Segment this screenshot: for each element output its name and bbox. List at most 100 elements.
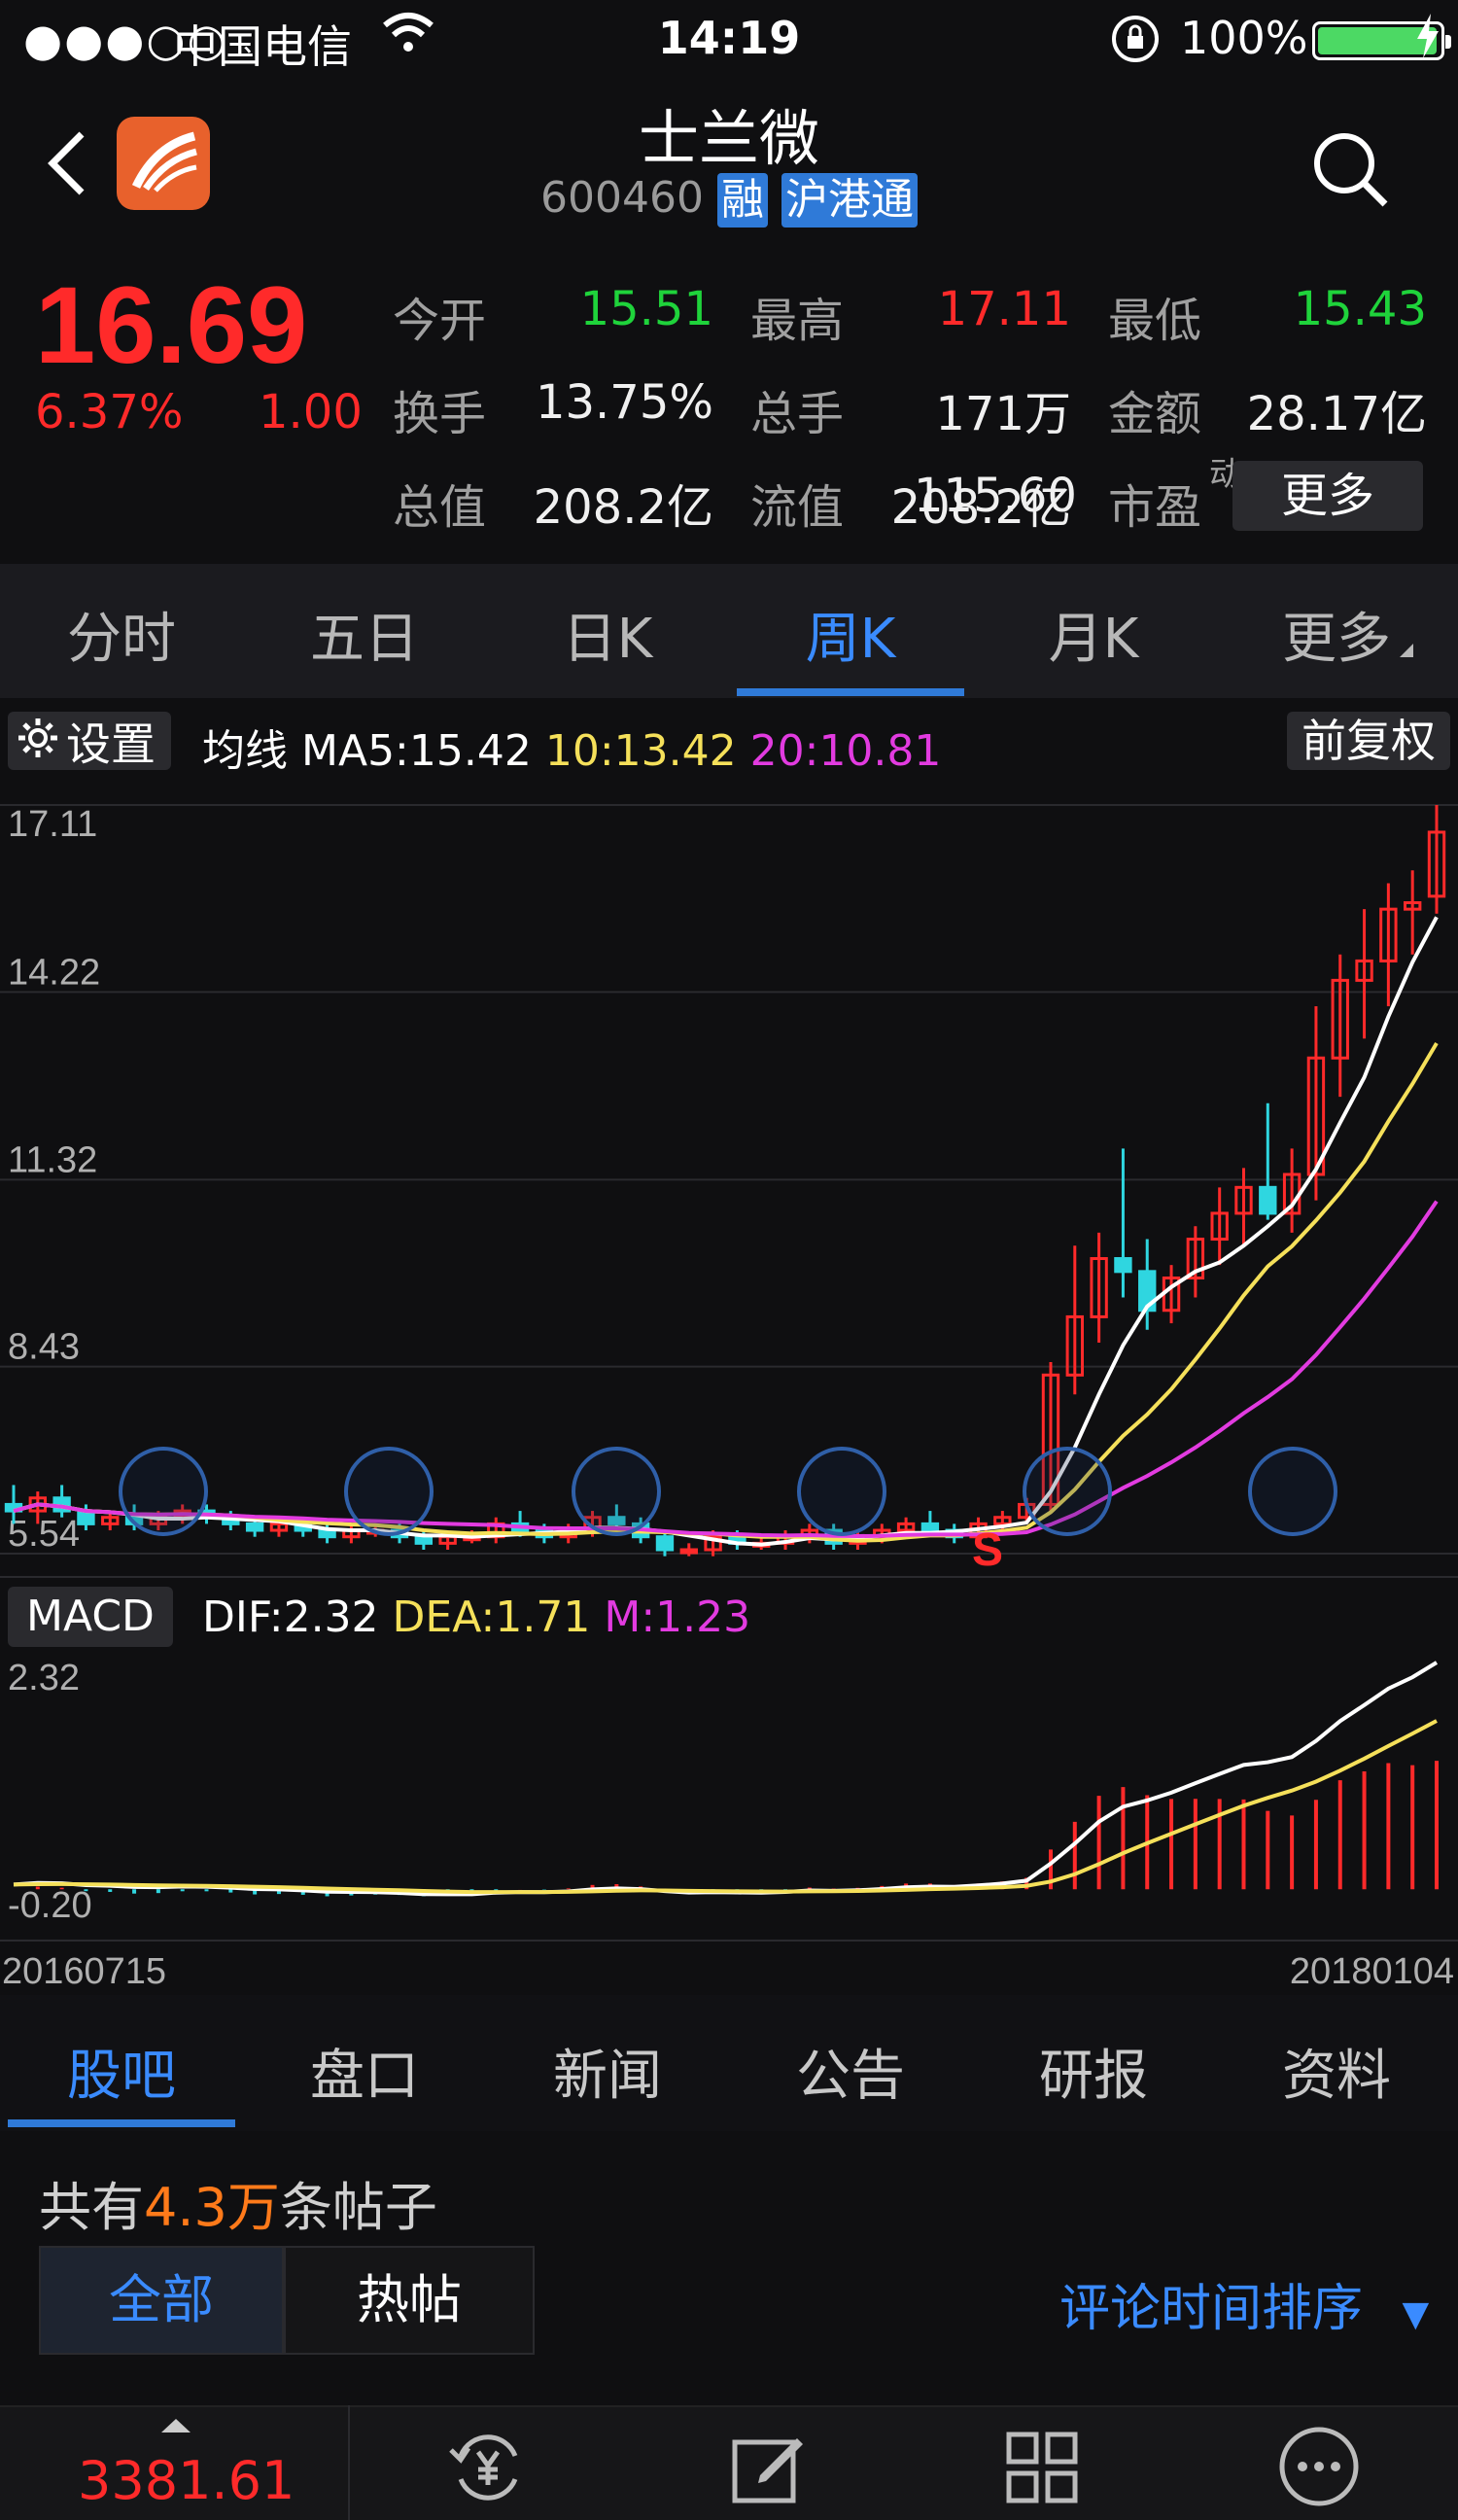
trade-yen-icon[interactable] (441, 2427, 535, 2512)
change-amount: 1.00 (259, 385, 363, 439)
post-count-prefix: 共有 (39, 2177, 144, 2238)
x-end-label: 20180104 (1290, 1951, 1454, 1992)
post-count-suffix: 条帖子 (279, 2177, 437, 2238)
market-index-value[interactable]: 3381.61 (78, 2450, 295, 2511)
quote-label: 金额 (1108, 387, 1202, 441)
period-tab[interactable]: 五日 (253, 595, 476, 674)
expand-icon (1248, 1447, 1337, 1536)
macd-m: M:1.23 (604, 1592, 751, 1642)
sort-dropdown[interactable]: 评论时间排序 ▼ (1059, 2267, 1429, 2340)
macd-dif: DIF:2.32 (202, 1592, 379, 1642)
quote-value: 208.2亿 (533, 480, 713, 535)
quote-label: 流值 (750, 480, 845, 535)
quote-value: 171万 (935, 387, 1071, 441)
content-tab[interactable]: 盘口 (243, 2032, 486, 2111)
more-button[interactable]: 更多 (1232, 461, 1423, 531)
quote-label: 今开 (393, 294, 487, 348)
candle-body (1259, 1185, 1277, 1215)
margin-tag: 融 (716, 173, 768, 228)
quote-value: 13.75% (535, 375, 713, 430)
current-price: 16.69 (35, 264, 308, 386)
compose-icon[interactable] (727, 2427, 809, 2512)
battery-percent: 100% (1180, 12, 1308, 64)
quote-value: 15.43 (1293, 282, 1427, 336)
post-count-number: 4.3万 (144, 2177, 280, 2238)
settings-button[interactable]: 设置 (8, 712, 171, 771)
minus-icon (344, 1447, 434, 1536)
more-options-icon[interactable] (1275, 2423, 1363, 2514)
hk-connect-tag: 沪港通 (781, 173, 918, 228)
plus-icon (572, 1447, 661, 1536)
content-tab[interactable]: 新闻 (486, 2032, 729, 2111)
quote-label: 总值 (393, 480, 487, 535)
candle-body (414, 1535, 434, 1545)
period-tab[interactable]: 更多 (1225, 595, 1448, 674)
stock-code-row: 600460 融 沪港通 (0, 173, 1458, 228)
grid-icon[interactable] (1001, 2427, 1083, 2512)
filter-hot-button[interactable]: 热帖 (284, 2246, 535, 2355)
y-tick-label: 11.32 (8, 1139, 97, 1180)
ma10-value: 10:13.42 (544, 726, 737, 776)
ma5-line (13, 916, 1439, 1547)
ma10-line (13, 1041, 1439, 1543)
quote-value: 17.11 (937, 282, 1071, 336)
macd-tick-label: -0.20 (8, 1885, 92, 1926)
double-left-icon (119, 1447, 208, 1536)
settings-label: 设置 (66, 718, 156, 771)
toolbar-divider (348, 2405, 350, 2520)
post-count: 共有4.3万条帖子 (39, 2164, 437, 2241)
quote-label: 换手 (393, 387, 487, 441)
kline-chart[interactable]: 17.11 14.22 11.32 8.43 5.54 S 2.32 -0.20 2016071… (0, 776, 1458, 1993)
candle-body (920, 1522, 940, 1532)
content-tab[interactable]: 研报 (972, 2032, 1215, 2111)
stock-name: 士兰微 (638, 103, 819, 174)
period-tab[interactable]: 周K (739, 595, 962, 674)
macd-tick-label: 2.32 (8, 1658, 80, 1698)
charging-icon (1413, 12, 1442, 71)
right-arrow-icon (1023, 1447, 1112, 1536)
period-tab[interactable]: 日K (496, 595, 719, 674)
corner-triangle-icon (1400, 644, 1413, 657)
quote-value: 115.60 (914, 469, 1077, 523)
candle-body (655, 1535, 675, 1552)
macd-dea: DEA:1.71 (392, 1592, 591, 1642)
content-tab[interactable]: 公告 (729, 2032, 972, 2111)
period-tab[interactable]: 分时 (10, 595, 233, 674)
content-tab[interactable]: 股吧 (0, 2032, 243, 2111)
triangle-up-icon (161, 2417, 191, 2436)
active-tab-indicator (737, 688, 964, 696)
ma-title: 均线 (202, 726, 288, 776)
candle-body (1114, 1257, 1132, 1274)
left-arrow-icon (797, 1447, 886, 1536)
sell-marker: S (972, 1524, 1003, 1576)
status-bar: ●●●○○ 中国电信 14:19 100% (0, 0, 1458, 78)
candle-body (679, 1548, 698, 1555)
quote-value: 28.17亿 (1246, 387, 1427, 441)
period-tab[interactable]: 月K (982, 595, 1205, 674)
gear-icon (14, 714, 62, 776)
quote-label: 市盈 (1108, 480, 1202, 535)
quote-label: 总手 (750, 387, 845, 441)
candle-body (245, 1522, 264, 1532)
quote-label: 最高 (750, 294, 845, 348)
dea-line (13, 1719, 1438, 1895)
macd-legend: DIF:2.32 DEA:1.71 M:1.23 (202, 1592, 750, 1642)
triangle-down-icon: ▼ (1402, 2294, 1430, 2334)
sort-label: 评论时间排序 (1059, 2280, 1364, 2338)
y-tick-label: 14.22 (8, 952, 100, 993)
rotation-lock-icon (1108, 12, 1163, 77)
stock-code: 600460 (540, 173, 704, 223)
search-icon[interactable] (1307, 126, 1391, 210)
dif-line (13, 1661, 1439, 1897)
macd-button[interactable]: MACD (8, 1587, 173, 1647)
filter-all-button[interactable]: 全部 (39, 2246, 284, 2355)
x-start-label: 20160715 (2, 1951, 166, 1992)
quote-label: 最低 (1108, 294, 1202, 348)
y-tick-label: 8.43 (8, 1327, 80, 1368)
content-tab-indicator (8, 2119, 235, 2127)
ma20-line (13, 1200, 1439, 1539)
adjust-button[interactable]: 前复权 (1287, 712, 1450, 770)
y-tick-label: 5.54 (8, 1514, 80, 1555)
y-tick-label: 17.11 (8, 804, 97, 845)
content-tab[interactable]: 资料 (1215, 2032, 1458, 2111)
